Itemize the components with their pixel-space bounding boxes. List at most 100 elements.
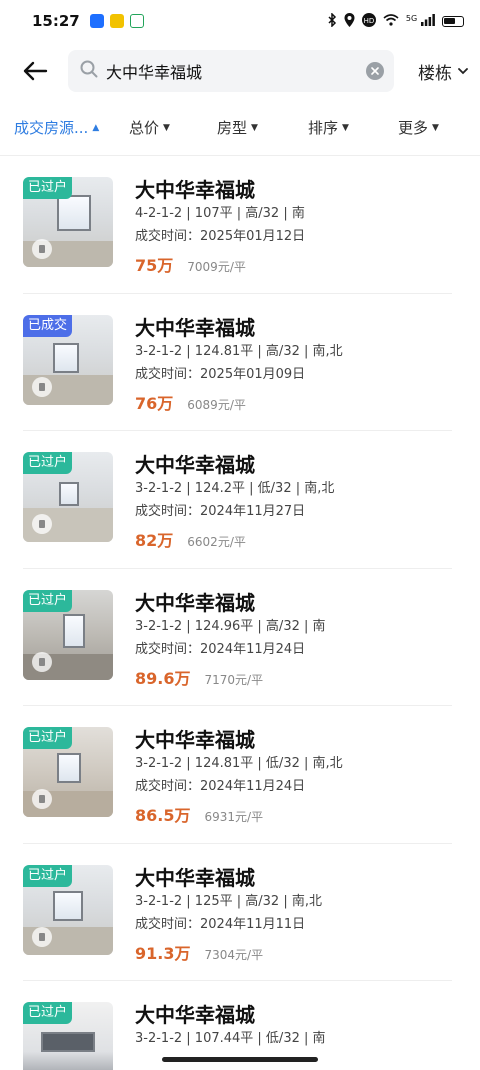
search-box[interactable]: 大中华幸福城 [68, 50, 394, 92]
filter-deal-listings[interactable]: 成交房源... ▲ [14, 117, 127, 138]
price-line: 91.3万 7304元/平 [135, 940, 322, 964]
listing-list: 已过户 大中华幸福城 4-2-1-2 | 107平 | 高/32 | 南 成交时… [0, 156, 480, 1070]
status-badge: 已过户 [23, 864, 73, 887]
status-badge: 已过户 [23, 452, 73, 474]
listing-spec: 4-2-1-2 | 107平 | 高/32 | 南 [135, 206, 305, 221]
zhihu-app-icon [89, 14, 104, 28]
wallet-app-icon [129, 14, 144, 28]
network-type-label: 5G [405, 13, 418, 23]
price-line: 75万 7009元/平 [135, 252, 305, 276]
listing-row[interactable]: 已过户 大中华幸福城 3-2-1-2 | 124.81平 | 低/32 | 南,… [23, 706, 452, 844]
listing-title: 大中华幸福城 [135, 178, 255, 202]
listing-row[interactable]: 已成交 大中华幸福城 3-2-1-2 | 124.81平 | 高/32 | 南,… [23, 294, 452, 431]
filter-label: 成交房源... [14, 119, 89, 137]
listing-deal-date: 成交时间：2025年01月09日 [135, 366, 306, 382]
listing-unit-price: 7170元/平 [204, 672, 264, 687]
listing-unit-price: 6602元/平 [187, 535, 246, 549]
listing-photo: 已过户 [23, 1002, 113, 1070]
status-right: HD 5G [328, 11, 464, 30]
listing-unit-price: 7304元/平 [204, 947, 264, 962]
listing-photo: 已过户 [23, 864, 113, 955]
listing-info: 大中华幸福城 3-2-1-2 | 124.2平 | 低/32 | 南,北 成交时… [135, 452, 334, 568]
hd-icon: HD [361, 12, 376, 30]
wifi-icon [383, 13, 399, 29]
listing-photo: 已过户 [23, 727, 113, 817]
listing-spec: 3-2-1-2 | 124.96平 | 高/32 | 南 [135, 618, 326, 634]
filter-layout[interactable]: 房型 ▼ [217, 117, 308, 138]
app-notification-icon [109, 14, 124, 28]
vr-icon [32, 514, 52, 534]
price-line: 89.6万 7170元/平 [135, 665, 326, 689]
home-indicator[interactable] [162, 1057, 318, 1062]
building-filter-label: 楼栋 [418, 63, 452, 84]
filter-total-price[interactable]: 总价 ▼ [127, 117, 217, 138]
listing-info: 大中华幸福城 3-2-1-2 | 125平 | 高/32 | 南,北 成交时间：… [135, 865, 322, 981]
listing-spec: 3-2-1-2 | 125平 | 高/32 | 南,北 [135, 893, 322, 909]
listing-price: 91.3万 [135, 943, 191, 963]
back-arrow-icon [23, 61, 48, 81]
status-badge: 已过户 [23, 727, 73, 749]
chevron-down-icon: ▼ [432, 122, 439, 133]
listing-row[interactable]: 已过户 大中华幸福城 3-2-1-2 | 124.2平 | 低/32 | 南,北… [23, 431, 452, 569]
listing-title: 大中华幸福城 [135, 590, 255, 615]
listing-photo: 已过户 [23, 589, 113, 680]
listing-row[interactable]: 已过户 大中华幸福城 4-2-1-2 | 107平 | 高/32 | 南 成交时… [23, 156, 452, 294]
listing-info: 大中华幸福城 4-2-1-2 | 107平 | 高/32 | 南 成交时间：20… [135, 177, 305, 293]
listing-deal-date: 成交时间：2024年11月24日 [135, 779, 306, 794]
signal-icon: 5G [405, 13, 435, 29]
chevron-down-icon: ▼ [342, 122, 349, 133]
status-bar: 15:27 HD 5G [0, 0, 480, 42]
listing-spec: 3-2-1-2 | 107.44平 | 低/32 | 南 [135, 1031, 326, 1046]
listing-deal-date: 成交时间：2024年11月11日 [135, 916, 306, 932]
chevron-down-icon: ▼ [163, 122, 170, 133]
filter-more[interactable]: 更多 ▼ [398, 117, 439, 138]
listing-title: 大中华幸福城 [135, 453, 255, 477]
listing-photo: 已过户 [23, 452, 113, 542]
vr-icon [32, 239, 52, 259]
chevron-up-icon: ▲ [92, 122, 100, 133]
svg-text:HD: HD [364, 17, 375, 25]
listing-title: 大中华幸福城 [135, 865, 255, 890]
listing-deal-date: 成交时间：2024年11月27日 [135, 504, 306, 519]
listing-spec: 3-2-1-2 | 124.2平 | 低/32 | 南,北 [135, 481, 335, 496]
price-line: 82万 6602元/平 [135, 527, 334, 551]
status-badge: 已过户 [23, 589, 73, 612]
listing-row[interactable]: 已过户 大中华幸福城 3-2-1-2 | 125平 | 高/32 | 南,北 成… [23, 844, 452, 981]
listing-unit-price: 6089元/平 [187, 397, 246, 412]
vr-icon [32, 376, 52, 397]
listing-info: 大中华幸福城 3-2-1-2 | 124.96平 | 高/32 | 南 成交时间… [135, 590, 326, 706]
search-row: 大中华幸福城 楼栋 [0, 46, 480, 96]
price-line: 76万 6089元/平 [135, 390, 343, 414]
listing-photo: 已过户 [23, 177, 113, 267]
listing-title: 大中华幸福城 [135, 1003, 255, 1027]
filter-sort[interactable]: 排序 ▼ [308, 117, 398, 138]
listing-info: 大中华幸福城 3-2-1-2 | 124.81平 | 高/32 | 南,北 成交… [135, 315, 343, 431]
listing-deal-date: 成交时间：2025年01月12日 [135, 229, 306, 244]
search-icon [80, 60, 98, 82]
listing-row[interactable]: 已过户 大中华幸福城 3-2-1-2 | 124.96平 | 高/32 | 南 … [23, 569, 452, 706]
listing-photo: 已成交 [23, 314, 113, 405]
clear-search-button[interactable] [366, 62, 384, 80]
listing-unit-price: 6931元/平 [204, 810, 264, 824]
battery-icon [442, 15, 464, 27]
listing-price: 89.6万 [135, 668, 191, 688]
filter-label: 总价 [129, 119, 160, 137]
listing-price: 76万 [135, 393, 174, 413]
building-filter-button[interactable]: 楼栋 [418, 59, 468, 84]
price-line: 86.5万 6931元/平 [135, 802, 343, 826]
listing-price: 86.5万 [135, 806, 191, 825]
filter-label: 更多 [398, 119, 429, 137]
back-button[interactable] [20, 56, 50, 86]
filter-label: 房型 [217, 119, 248, 137]
listing-deal-date: 成交时间：2024年11月24日 [135, 641, 306, 657]
listing-price: 82万 [135, 531, 174, 550]
chevron-down-icon [458, 67, 468, 74]
vr-icon [32, 926, 52, 947]
status-badge: 已成交 [23, 314, 73, 337]
vr-icon [32, 651, 52, 672]
bluetooth-icon [328, 11, 337, 30]
close-icon [371, 67, 379, 75]
status-time: 15:27 [32, 12, 80, 30]
search-input[interactable]: 大中华幸福城 [106, 59, 366, 83]
listing-spec: 3-2-1-2 | 124.81平 | 低/32 | 南,北 [135, 756, 343, 771]
